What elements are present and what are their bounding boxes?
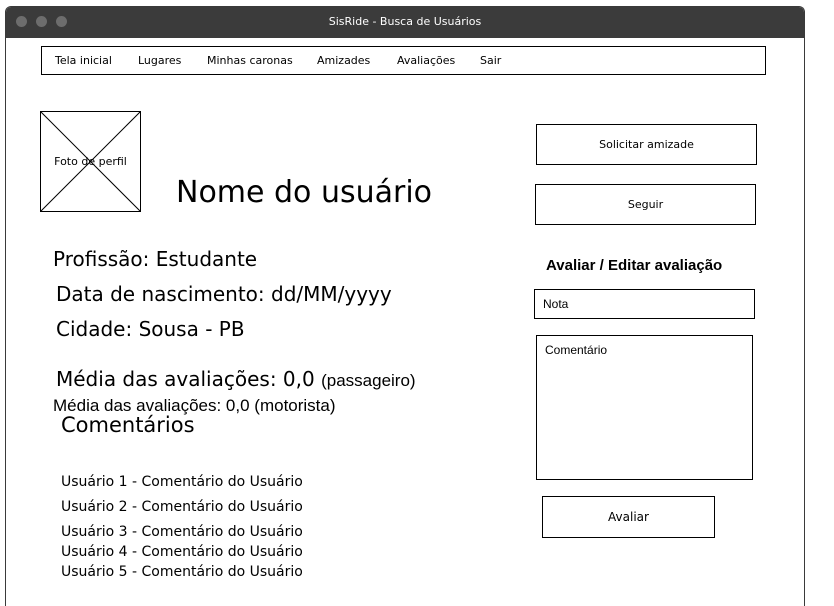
follow-button[interactable]: Seguir [535,184,756,225]
comment-textarea[interactable]: Comentário [536,335,753,480]
birthdate: Data de nascimento: dd/MM/yyyy [56,282,392,306]
nav-item-minhas-caronas[interactable]: Minhas caronas [207,54,293,67]
comment-item: Usuário 2 - Comentário do Usuário [61,499,303,515]
profession: Profissão: Estudante [53,247,258,271]
city: Cidade: Sousa - PB [56,317,245,341]
nav-item-avaliacoes[interactable]: Avaliações [397,54,455,67]
main-nav: Tela inicial Lugares Minhas caronas Amiz… [41,46,766,75]
score-input-placeholder: Nota [543,297,569,311]
comments-heading: Comentários [61,413,195,437]
window-title: SisRide - Busca de Usuários [328,15,482,28]
nav-item-tela-inicial[interactable]: Tela inicial [55,54,112,67]
profile-photo: Foto de perfil [40,111,141,212]
comment-item: Usuário 3 - Comentário do Usuário [61,524,303,540]
comment-item: Usuário 5 - Comentário do Usuário [61,564,303,580]
rating-passenger-role: (passageiro) [321,371,416,390]
title-bar: SisRide - Busca de Usuários [6,7,804,38]
submit-rating-button[interactable]: Avaliar [542,496,715,538]
score-input[interactable]: Nota [534,289,755,319]
user-name: Nome do usuário [176,175,433,210]
rating-form-heading: Avaliar / Editar avaliação [546,257,723,274]
friend-request-button[interactable]: Solicitar amizade [536,124,757,165]
app-window: SisRide - Busca de Usuários Tela inicial… [5,6,805,606]
comment-textarea-placeholder: Comentário [545,343,608,357]
nav-item-amizades[interactable]: Amizades [317,54,370,67]
comment-item: Usuário 1 - Comentário do Usuário [61,474,303,490]
nav-item-lugares[interactable]: Lugares [138,54,181,67]
rating-passenger-value: Média das avaliações: 0,0 [56,367,315,391]
comment-item: Usuário 4 - Comentário do Usuário [61,544,303,560]
nav-item-sair[interactable]: Sair [480,54,501,67]
profile-photo-label: Foto de perfil [54,155,127,168]
rating-passenger: Média das avaliações: 0,0 (passageiro) [56,367,416,391]
